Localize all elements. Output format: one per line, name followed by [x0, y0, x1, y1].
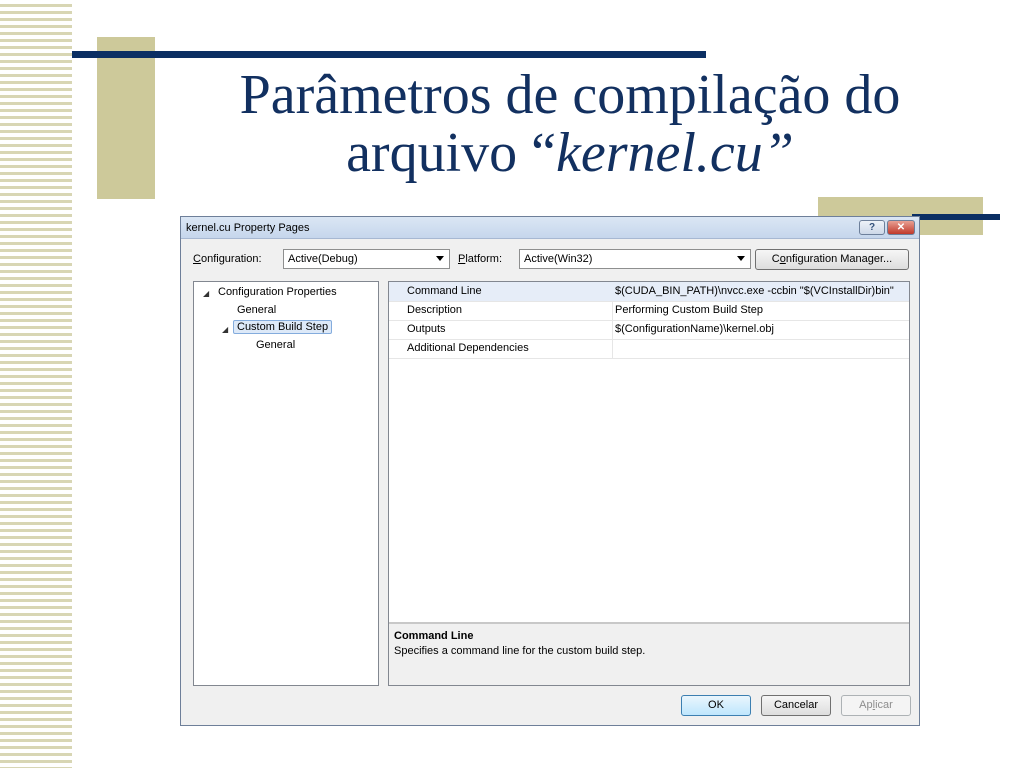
chevron-down-icon — [737, 256, 745, 261]
close-button[interactable]: ✕ — [887, 220, 915, 235]
property-value[interactable]: $(CUDA_BIN_PATH)\nvcc.exe -ccbin "$(VCIn… — [615, 285, 909, 297]
configuration-label: Configuration: — [193, 253, 262, 265]
platform-label: Platform: — [458, 253, 502, 265]
property-name: Outputs — [407, 323, 446, 335]
title-suffix: ” — [762, 122, 794, 184]
description-title: Command Line — [394, 630, 474, 642]
configuration-select[interactable]: Active(Debug) — [283, 249, 450, 269]
config-manager-text-b: nfiguration Manager... — [785, 253, 893, 265]
property-name: Additional Dependencies — [407, 342, 529, 354]
help-button[interactable]: ? — [859, 220, 885, 235]
expanded-arrow-icon[interactable]: ◢ — [222, 325, 228, 334]
config-manager-text-a: C — [771, 253, 780, 265]
dialog-titlebar[interactable]: kernel.cu Property Pages ? ✕ — [181, 217, 919, 239]
platform-label-text: latform: — [465, 253, 503, 265]
platform-value: Active(Win32) — [524, 253, 593, 265]
property-pages-dialog: kernel.cu Property Pages ? ✕ Configurati… — [180, 216, 920, 726]
property-value[interactable]: $(ConfigurationName)\kernel.obj — [615, 323, 909, 335]
platform-select[interactable]: Active(Win32) — [519, 249, 751, 269]
apply-button[interactable]: Aplicar — [841, 695, 911, 716]
property-description-panel: Command Line Specifies a command line fo… — [389, 622, 909, 685]
tree-item-configuration-properties[interactable]: Configuration Properties — [218, 286, 337, 298]
configuration-label-text: onfiguration: — [200, 253, 262, 265]
property-row[interactable]: Outputs $(ConfigurationName)\kernel.obj — [389, 320, 909, 340]
tree-item-general[interactable]: General — [237, 304, 276, 316]
property-grid: Command Line $(CUDA_BIN_PATH)\nvcc.exe -… — [388, 281, 910, 686]
apply-text-b: icar — [875, 699, 893, 711]
property-name: Description — [407, 304, 463, 316]
configuration-value: Active(Debug) — [288, 253, 358, 265]
property-row[interactable]: Additional Dependencies — [389, 339, 909, 359]
title-filename: kernel.cu — [555, 122, 763, 184]
configuration-label-accel: C — [193, 253, 201, 265]
property-row[interactable]: Description Performing Custom Build Step — [389, 301, 909, 321]
property-name: Command Line — [407, 285, 482, 297]
chevron-down-icon — [436, 256, 444, 261]
title-prefix: arquivo “ — [346, 122, 556, 184]
ok-button[interactable]: OK — [681, 695, 751, 716]
decorative-stripes — [0, 0, 72, 768]
dialog-title: kernel.cu Property Pages — [186, 221, 310, 234]
tree-item-custom-build-step[interactable]: Custom Build Step — [233, 320, 333, 334]
title-rule-right — [912, 214, 1000, 220]
title-rule — [72, 51, 706, 58]
property-row[interactable]: Command Line $(CUDA_BIN_PATH)\nvcc.exe -… — [389, 282, 909, 302]
decorative-block — [97, 37, 155, 199]
expanded-arrow-icon[interactable]: ◢ — [203, 289, 209, 298]
property-tree: ◢ Configuration Properties General ◢ Cus… — [193, 281, 379, 686]
configuration-row: Configuration: Active(Debug) Platform: A… — [193, 249, 909, 271]
slide-title: Parâmetros de compilação do arquivo “ker… — [170, 66, 970, 182]
tree-item-custom-build-general[interactable]: General — [256, 339, 295, 351]
cancel-button[interactable]: Cancelar — [761, 695, 831, 716]
slide-title-line1: Parâmetros de compilação do — [239, 64, 901, 126]
configuration-manager-button[interactable]: Configuration Manager... — [755, 249, 909, 270]
slide-title-line2: arquivo “kernel.cu” — [170, 124, 970, 182]
description-text: Specifies a command line for the custom … — [394, 645, 646, 657]
property-value[interactable]: Performing Custom Build Step — [615, 304, 909, 316]
apply-text-a: Ap — [859, 699, 873, 711]
